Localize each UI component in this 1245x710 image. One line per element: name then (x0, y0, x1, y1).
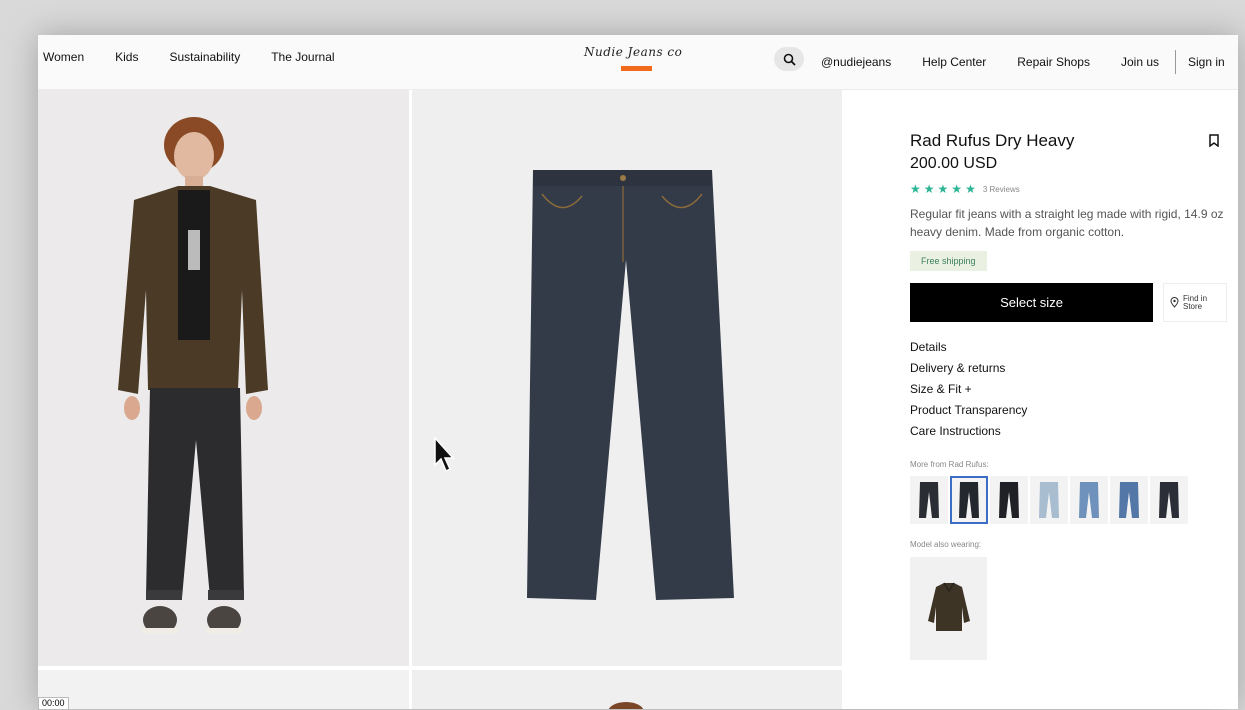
model-wearing-label: Model also wearing: (910, 540, 982, 549)
nav-help-center[interactable]: Help Center (922, 55, 986, 69)
accordion-size-fit[interactable]: Size & Fit + (910, 382, 972, 396)
video-timestamp: 00:00 (38, 697, 69, 710)
variant-swatch[interactable] (950, 476, 988, 524)
jeans-thumbnail (919, 482, 939, 518)
jeans-thumbnail (1079, 482, 1099, 518)
product-image-model[interactable] (38, 90, 409, 666)
variant-swatch[interactable] (1110, 476, 1148, 524)
mouse-cursor-icon (434, 437, 455, 473)
sign-in-link[interactable]: Sign in (1188, 55, 1225, 69)
star-icon: ★ (965, 182, 976, 196)
more-from-label: More from Rad Rufus: (910, 460, 989, 469)
nav-the-journal[interactable]: The Journal (271, 50, 334, 64)
product-price: 200.00 USD (910, 155, 998, 172)
accordion-product-transparency[interactable]: Product Transparency (910, 403, 1027, 417)
review-count[interactable]: 3 Reviews (983, 185, 1020, 194)
variant-swatch[interactable] (1150, 476, 1188, 524)
nav-sustainability[interactable]: Sustainability (169, 50, 240, 64)
product-title: Rad Rufus Dry Heavy (910, 131, 1075, 150)
primary-nav: Women Kids Sustainability The Journal (43, 50, 366, 64)
location-pin-icon (1170, 297, 1179, 308)
variant-swatch[interactable] (990, 476, 1028, 524)
select-size-button[interactable]: Select size (910, 283, 1153, 322)
find-in-store-button[interactable]: Find in Store (1163, 283, 1227, 322)
logo-underline (621, 66, 652, 71)
model-wearing-item[interactable] (910, 557, 987, 660)
variant-swatch[interactable] (910, 476, 948, 524)
bookmark-icon (1209, 134, 1219, 148)
product-description: Regular fit jeans with a straight leg ma… (910, 207, 1224, 239)
accordion-delivery-returns[interactable]: Delivery & returns (910, 361, 1005, 375)
star-icon: ★ (910, 182, 921, 196)
product-image-placeholder (38, 670, 409, 709)
secondary-nav: @nudiejeans Help Center Repair Shops Joi… (821, 50, 1225, 74)
browser-window: Women Kids Sustainability The Journal Nu… (38, 35, 1238, 709)
wishlist-button[interactable] (1209, 134, 1219, 152)
star-icon: ★ (937, 182, 949, 196)
jeans-thumbnail (1159, 482, 1179, 518)
brand-logo[interactable]: Nudie Jeans co (584, 45, 682, 59)
nav-divider (1175, 50, 1177, 74)
star-icon: ★ (951, 182, 963, 196)
rating[interactable]: ★ ★ ★ ★ ★ 3 Reviews (910, 182, 1020, 196)
jacket-thumbnail (927, 582, 970, 631)
accordion-details[interactable]: Details (910, 340, 947, 354)
product-image-flat[interactable] (412, 90, 842, 666)
search-icon (783, 53, 796, 66)
variant-swatch[interactable] (1070, 476, 1108, 524)
jeans-photo (527, 170, 734, 600)
jeans-thumbnail (999, 482, 1019, 518)
nav-instagram[interactable]: @nudiejeans (821, 55, 891, 69)
jeans-thumbnail (959, 482, 979, 518)
product-info-panel: Rad Rufus Dry Heavy 200.00 USD ★ ★ ★ ★ ★… (843, 90, 1238, 709)
nav-kids[interactable]: Kids (115, 50, 138, 64)
find-in-store-label: Find in Store (1183, 293, 1208, 311)
nav-repair-shops[interactable]: Repair Shops (1017, 55, 1090, 69)
shipping-badge: Free shipping (910, 251, 987, 271)
product-image-placeholder (412, 670, 842, 709)
variant-swatches (910, 476, 1188, 524)
accordion-care-instructions[interactable]: Care Instructions (910, 424, 1001, 438)
variant-swatch[interactable] (1030, 476, 1068, 524)
nav-join-us[interactable]: Join us (1121, 55, 1159, 69)
nav-women[interactable]: Women (43, 50, 84, 64)
jeans-thumbnail (1039, 482, 1059, 518)
star-icon: ★ (923, 182, 935, 196)
model-photo (118, 117, 268, 634)
search-button[interactable] (774, 47, 804, 71)
image-fragment (608, 702, 644, 709)
jeans-thumbnail (1119, 482, 1139, 518)
top-navigation: Women Kids Sustainability The Journal Nu… (38, 35, 1238, 90)
